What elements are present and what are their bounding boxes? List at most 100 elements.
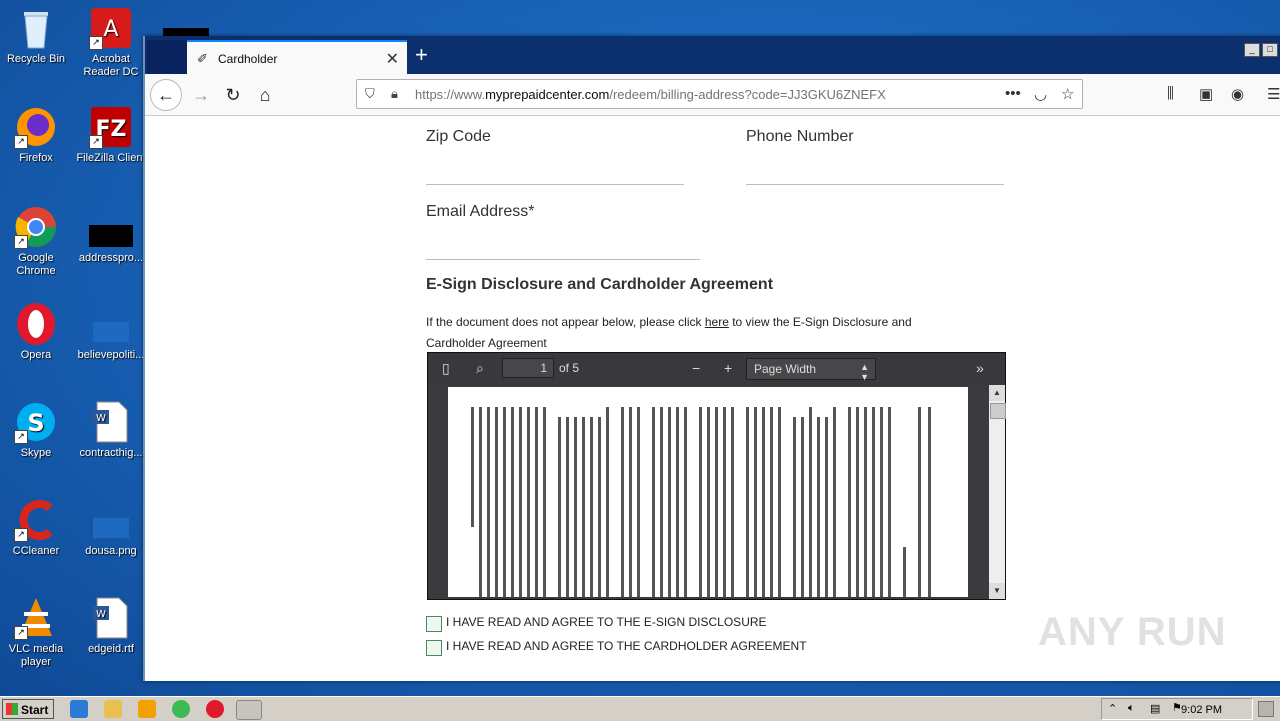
- phone-number-field[interactable]: [746, 184, 1004, 185]
- sidebar-icon[interactable]: ▣: [1199, 85, 1213, 103]
- pdf-scrollbar[interactable]: ▲ ▼: [989, 385, 1006, 599]
- account-icon[interactable]: ◉: [1231, 85, 1244, 103]
- pocket-icon[interactable]: ◡: [1034, 85, 1047, 103]
- desktop-icon-firefox[interactable]: ↗ Firefox: [0, 105, 72, 165]
- filezilla-icon: FZ ↗: [89, 105, 133, 149]
- back-button[interactable]: ←: [150, 79, 182, 111]
- zoom-value: Page Width: [754, 362, 817, 376]
- word-document-icon: W: [89, 400, 133, 444]
- clock[interactable]: 9:02 PM: [1181, 704, 1222, 716]
- reload-button[interactable]: ↻: [219, 81, 247, 109]
- shortcut-arrow-icon: ↗: [14, 235, 28, 249]
- esign-checkbox-label: I HAVE READ AND AGREE TO THE E-SIGN DISC…: [446, 615, 767, 629]
- acrobat-icon: A ↗: [89, 6, 133, 50]
- desktop-icon-acrobat[interactable]: A ↗ Acrobat Reader DC: [75, 6, 147, 79]
- rotated-document-text: [471, 407, 931, 597]
- scroll-thumb[interactable]: [990, 403, 1006, 419]
- ie-icon[interactable]: [70, 700, 88, 718]
- desktop-icon-label: Skype: [20, 447, 52, 459]
- pdf-toolbar: ▯ ⌕ 1 of 5 − + Page Width ▲ ▼ »: [428, 353, 1005, 385]
- pdf-page: [448, 387, 968, 597]
- url-bar[interactable]: ⛉ 🔒︎ https://www.myprepaidcenter.com/red…: [356, 79, 1083, 109]
- maximize-button[interactable]: □: [1262, 43, 1278, 57]
- firefox-taskbar-button[interactable]: [236, 700, 262, 720]
- desktop-icon-recycle-bin[interactable]: Recycle Bin: [0, 6, 72, 66]
- search-icon[interactable]: ⌕: [476, 360, 484, 377]
- agreement-link[interactable]: here: [705, 315, 729, 329]
- volume-icon[interactable]: 🔈︎: [1128, 702, 1135, 715]
- desktop-icon-dousa[interactable]: dousa.png: [75, 498, 147, 558]
- url-domain: myprepaidcenter.com: [485, 87, 610, 102]
- anyrun-watermark: ANY RUN: [1038, 610, 1227, 654]
- desktop-icon-label: FileZilla Client: [76, 152, 146, 164]
- desktop-icon-label: CCleaner: [12, 545, 60, 557]
- desktop-icon-label: Acrobat Reader DC: [83, 53, 139, 78]
- menu-icon[interactable]: ☰: [1267, 85, 1280, 103]
- system-tray: ⌃ 🔈︎ ▤ ⚑ 9:02 PM: [1101, 698, 1253, 720]
- close-tab-icon[interactable]: ✕: [386, 49, 399, 69]
- desktop-icon-contracthig[interactable]: W contracthig...: [75, 400, 147, 460]
- tab-title: Cardholder: [218, 52, 278, 66]
- desktop-icon-filezilla[interactable]: FZ ↗ FileZilla Client: [75, 105, 147, 165]
- desktop-icon-addresspro[interactable]: addresspro...: [75, 205, 147, 265]
- recycle-bin-icon: [14, 6, 58, 50]
- shortcut-arrow-icon: ↗: [14, 135, 28, 149]
- lock-icon[interactable]: 🔒︎: [391, 86, 398, 102]
- desktop-icon-believepoliti[interactable]: believepoliti...: [75, 302, 147, 362]
- shield-icon[interactable]: ⛉: [365, 86, 375, 102]
- tools-icon[interactable]: »: [976, 360, 984, 376]
- scroll-up-icon[interactable]: ▲: [989, 385, 1005, 401]
- opera-icon: [14, 302, 58, 346]
- zoom-out-icon[interactable]: −: [692, 360, 700, 376]
- library-icon[interactable]: ⫼: [1167, 85, 1174, 102]
- desktop-icon-skype[interactable]: S ↗ Skype: [0, 400, 72, 460]
- url-path: /redeem/billing-address?code=JJ3GKU6ZNEF…: [609, 87, 886, 102]
- minimize-button[interactable]: _: [1244, 43, 1260, 57]
- scroll-down-icon[interactable]: ▼: [989, 583, 1005, 599]
- desktop-icon-label: dousa.png: [85, 545, 137, 557]
- email-address-field[interactable]: [426, 259, 700, 260]
- start-button[interactable]: Start: [2, 699, 54, 719]
- chrome-taskbar-icon[interactable]: [172, 700, 190, 718]
- zoom-select[interactable]: Page Width ▲ ▼: [746, 358, 876, 382]
- zip-code-field[interactable]: [426, 184, 684, 185]
- zip-code-label: Zip Code: [426, 128, 491, 145]
- instructions-text: If the document does not appear below, p…: [426, 315, 705, 329]
- file-icon: [89, 205, 133, 249]
- desktop-icon-vlc[interactable]: ↗ VLC media player: [0, 596, 72, 669]
- svg-text:W: W: [96, 413, 106, 424]
- desktop-icon-label: believepoliti...: [77, 349, 145, 361]
- sidebar-toggle-icon[interactable]: ▯: [442, 360, 450, 377]
- firefox-window: ✐ Cardholder ✕ + _ □ ← → ↻ ⌂ ⛉ 🔒︎ https:/…: [143, 36, 1280, 681]
- tray-expand-icon[interactable]: ⌃: [1108, 702, 1117, 715]
- esign-checkbox[interactable]: [426, 616, 442, 632]
- favicon-icon: ✐: [197, 51, 208, 66]
- shortcut-arrow-icon: ↗: [14, 430, 28, 444]
- tab-cardholder[interactable]: ✐ Cardholder ✕: [187, 40, 407, 76]
- desktop-icon-label: addresspro...: [78, 252, 144, 264]
- show-desktop-button[interactable]: [1258, 701, 1274, 717]
- taskbar: Start ⌃ 🔈︎ ▤ ⚑ 9:02 PM: [0, 696, 1280, 721]
- desktop-icon-edgeid[interactable]: W edgeid.rtf: [75, 596, 147, 656]
- desktop-icon-label: contracthig...: [79, 447, 143, 459]
- opera-taskbar-icon[interactable]: [206, 700, 224, 718]
- bookmark-star-icon[interactable]: ☆: [1061, 85, 1074, 103]
- shortcut-arrow-icon: ↗: [89, 36, 103, 50]
- tab-bar-spacer: [147, 40, 187, 74]
- page-number-input[interactable]: 1: [502, 358, 554, 378]
- home-button[interactable]: ⌂: [251, 81, 279, 109]
- desktop-icon-opera[interactable]: Opera: [0, 302, 72, 362]
- new-tab-button[interactable]: +: [415, 44, 428, 66]
- window-controls: _ □: [1242, 39, 1278, 57]
- desktop-icon-chrome[interactable]: ↗ Google Chrome: [0, 205, 72, 278]
- media-player-icon[interactable]: [138, 700, 156, 718]
- page-actions-icon[interactable]: •••: [1005, 85, 1021, 102]
- desktop-icon-ccleaner[interactable]: ↗ CCleaner: [0, 498, 72, 558]
- network-icon[interactable]: ▤: [1150, 702, 1160, 715]
- pdf-viewer: ▯ ⌕ 1 of 5 − + Page Width ▲ ▼ » ▲ ▼: [427, 352, 1006, 600]
- windows-flag-icon: [6, 703, 18, 715]
- zoom-in-icon[interactable]: +: [724, 360, 732, 376]
- forward-button[interactable]: →: [187, 81, 215, 109]
- cardholder-checkbox[interactable]: [426, 640, 442, 656]
- explorer-icon[interactable]: [104, 700, 122, 718]
